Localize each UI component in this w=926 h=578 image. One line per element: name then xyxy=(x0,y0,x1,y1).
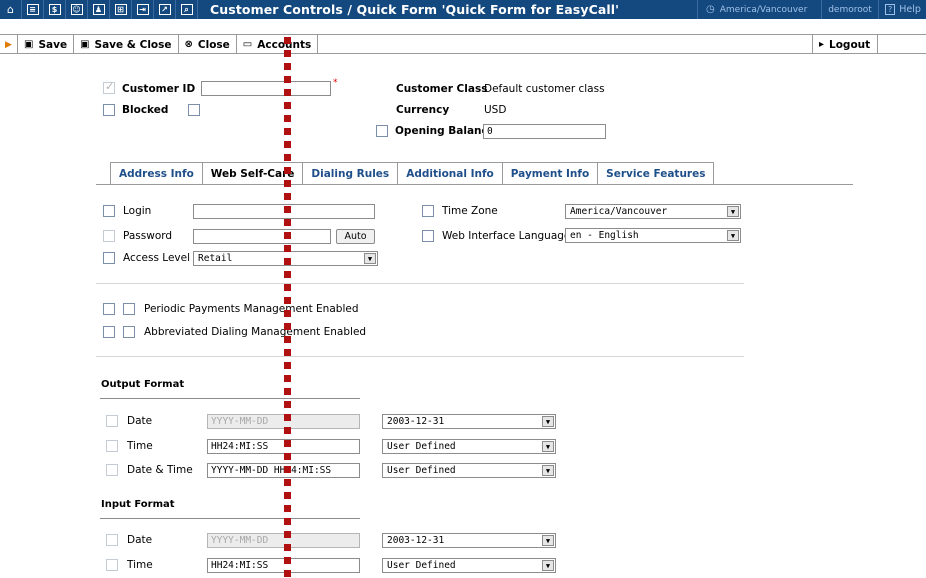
accounts-icon: ▭ xyxy=(242,39,253,50)
save-close-button[interactable]: ▣ Save & Close xyxy=(74,35,179,54)
save-button[interactable]: ▣ Save xyxy=(18,35,75,54)
access-level-label: Access Level xyxy=(123,252,190,264)
output-date-select[interactable]: 2003-12-31 ▼ xyxy=(382,414,556,429)
logout-button[interactable]: ▸ Logout xyxy=(812,35,878,54)
dashed-marker-line xyxy=(284,37,291,578)
tab-bar: Address Info Web Self-Care Dialing Rules… xyxy=(110,162,715,184)
chevron-down-icon: ▼ xyxy=(542,560,554,571)
home-icon[interactable]: ⌂ xyxy=(0,0,22,19)
tab-additional-info[interactable]: Additional Info xyxy=(397,162,503,184)
clock-icon: ◷ xyxy=(706,4,715,15)
abbrev-dialing-label: Abbreviated Dialing Management Enabled xyxy=(144,326,367,338)
time-zone-label: Time Zone xyxy=(442,205,498,217)
top-nav-bar: ⌂ ≡ $ ☺ ♟ ⊞ ⇥ ↗ ⌕ Customer Controls / Qu… xyxy=(0,0,926,19)
output-date-label: Date xyxy=(127,415,153,427)
help-icon: ? xyxy=(885,4,896,15)
required-marker: * xyxy=(333,78,338,88)
time-zone-select[interactable]: America/Vancouver ▼ xyxy=(565,204,741,219)
blocked-label: Blocked xyxy=(122,104,169,116)
time-zone-checkbox[interactable] xyxy=(422,205,434,217)
periodic-payments-label: Periodic Payments Management Enabled xyxy=(144,303,359,315)
auto-password-button[interactable]: Auto xyxy=(336,229,375,244)
customer-id-checkbox xyxy=(103,80,115,94)
timezone-link[interactable]: ◷ America/Vancouver xyxy=(697,0,821,19)
chevron-down-icon: ▼ xyxy=(542,465,554,476)
floppy-icon: ▣ xyxy=(80,39,90,50)
close-button[interactable]: ⊗ Close xyxy=(179,35,237,54)
help-link[interactable]: ? Help xyxy=(878,0,926,19)
login-label: Login xyxy=(123,205,152,217)
password-input[interactable] xyxy=(193,229,331,244)
language-select[interactable]: en - English ▼ xyxy=(565,228,741,243)
opening-balance-input[interactable]: 0 xyxy=(483,124,606,139)
output-time-select[interactable]: User Defined ▼ xyxy=(382,439,556,454)
page-title: Customer Controls / Quick Form 'Quick Fo… xyxy=(210,2,620,17)
account-icon[interactable]: ♟ xyxy=(88,0,110,19)
chevron-down-icon: ▼ xyxy=(727,206,739,217)
floppy-icon: ▣ xyxy=(24,39,34,50)
output-time-checkbox xyxy=(106,440,118,452)
customer-class-label: Customer Class xyxy=(396,83,488,95)
blocked-checkbox[interactable] xyxy=(103,104,115,116)
accounts-button[interactable]: ▭Accounts xyxy=(237,35,319,54)
periodic-payments-checkbox[interactable] xyxy=(103,303,115,315)
opening-balance-label: Opening Balance xyxy=(395,125,495,137)
login-checkbox[interactable] xyxy=(103,205,115,217)
input-date-label: Date xyxy=(127,534,153,546)
password-checkbox xyxy=(103,230,115,242)
currency-value: USD xyxy=(484,104,507,116)
input-time-label: Time xyxy=(127,559,153,571)
password-label: Password xyxy=(123,230,173,242)
routing-icon[interactable]: ⇥ xyxy=(132,0,154,19)
arrow-icon: ▶ xyxy=(0,35,18,54)
input-time-checkbox xyxy=(106,559,118,571)
search-icon[interactable]: ⌕ xyxy=(176,0,198,19)
input-time-select[interactable]: User Defined ▼ xyxy=(382,558,556,573)
language-checkbox[interactable] xyxy=(422,230,434,242)
statistics-icon[interactable]: ↗ xyxy=(154,0,176,19)
language-label: Web Interface Language xyxy=(442,230,571,242)
input-format-heading: Input Format xyxy=(101,499,175,510)
chevron-down-icon: ▼ xyxy=(364,253,376,264)
chevron-down-icon: ▼ xyxy=(542,416,554,427)
periodic-payments-value-checkbox[interactable] xyxy=(123,303,135,315)
divider xyxy=(96,356,744,357)
chevron-down-icon: ▼ xyxy=(727,230,739,241)
output-time-label: Time xyxy=(127,440,153,452)
network-icon[interactable]: ⊞ xyxy=(110,0,132,19)
output-format-heading: Output Format xyxy=(101,379,185,390)
users-icon[interactable]: ☺ xyxy=(66,0,88,19)
tab-underline xyxy=(96,184,853,185)
abbrev-dialing-checkbox[interactable] xyxy=(103,326,115,338)
billing-icon[interactable]: $ xyxy=(44,0,66,19)
opening-balance-checkbox[interactable] xyxy=(376,125,388,137)
output-datetime-checkbox xyxy=(106,464,118,476)
section-underline xyxy=(100,398,360,399)
tab-payment-info[interactable]: Payment Info xyxy=(501,162,599,184)
close-icon: ⊗ xyxy=(184,39,193,50)
currency-label: Currency xyxy=(396,104,450,116)
chevron-down-icon: ▼ xyxy=(542,441,554,452)
customer-class-value: Default customer class xyxy=(484,83,605,95)
input-date-checkbox xyxy=(106,534,118,546)
customer-id-input[interactable] xyxy=(201,81,331,96)
tab-dialing-rules[interactable]: Dialing Rules xyxy=(302,162,399,184)
input-date-select[interactable]: 2003-12-31 ▼ xyxy=(382,533,556,548)
section-underline xyxy=(100,518,360,519)
customer-id-label: Customer ID xyxy=(122,83,196,95)
output-date-checkbox xyxy=(106,415,118,427)
divider xyxy=(96,283,744,284)
access-level-checkbox[interactable] xyxy=(103,252,115,264)
blocked-value-checkbox[interactable] xyxy=(188,104,200,116)
output-datetime-select[interactable]: User Defined ▼ xyxy=(382,463,556,478)
customers-icon[interactable]: ≡ xyxy=(22,0,44,19)
output-datetime-label: Date & Time xyxy=(127,464,193,476)
tab-service-features[interactable]: Service Features xyxy=(597,162,715,184)
tab-address-info[interactable]: Address Info xyxy=(110,162,203,184)
chevron-down-icon: ▼ xyxy=(542,535,554,546)
user-link[interactable]: demoroot xyxy=(821,0,878,19)
abbrev-dialing-value-checkbox[interactable] xyxy=(123,326,135,338)
logout-icon: ▸ xyxy=(819,39,825,50)
toolbar: ▶ ▣Save ▣Save & Close ⊗Close ▭Accounts ▸… xyxy=(0,34,926,54)
